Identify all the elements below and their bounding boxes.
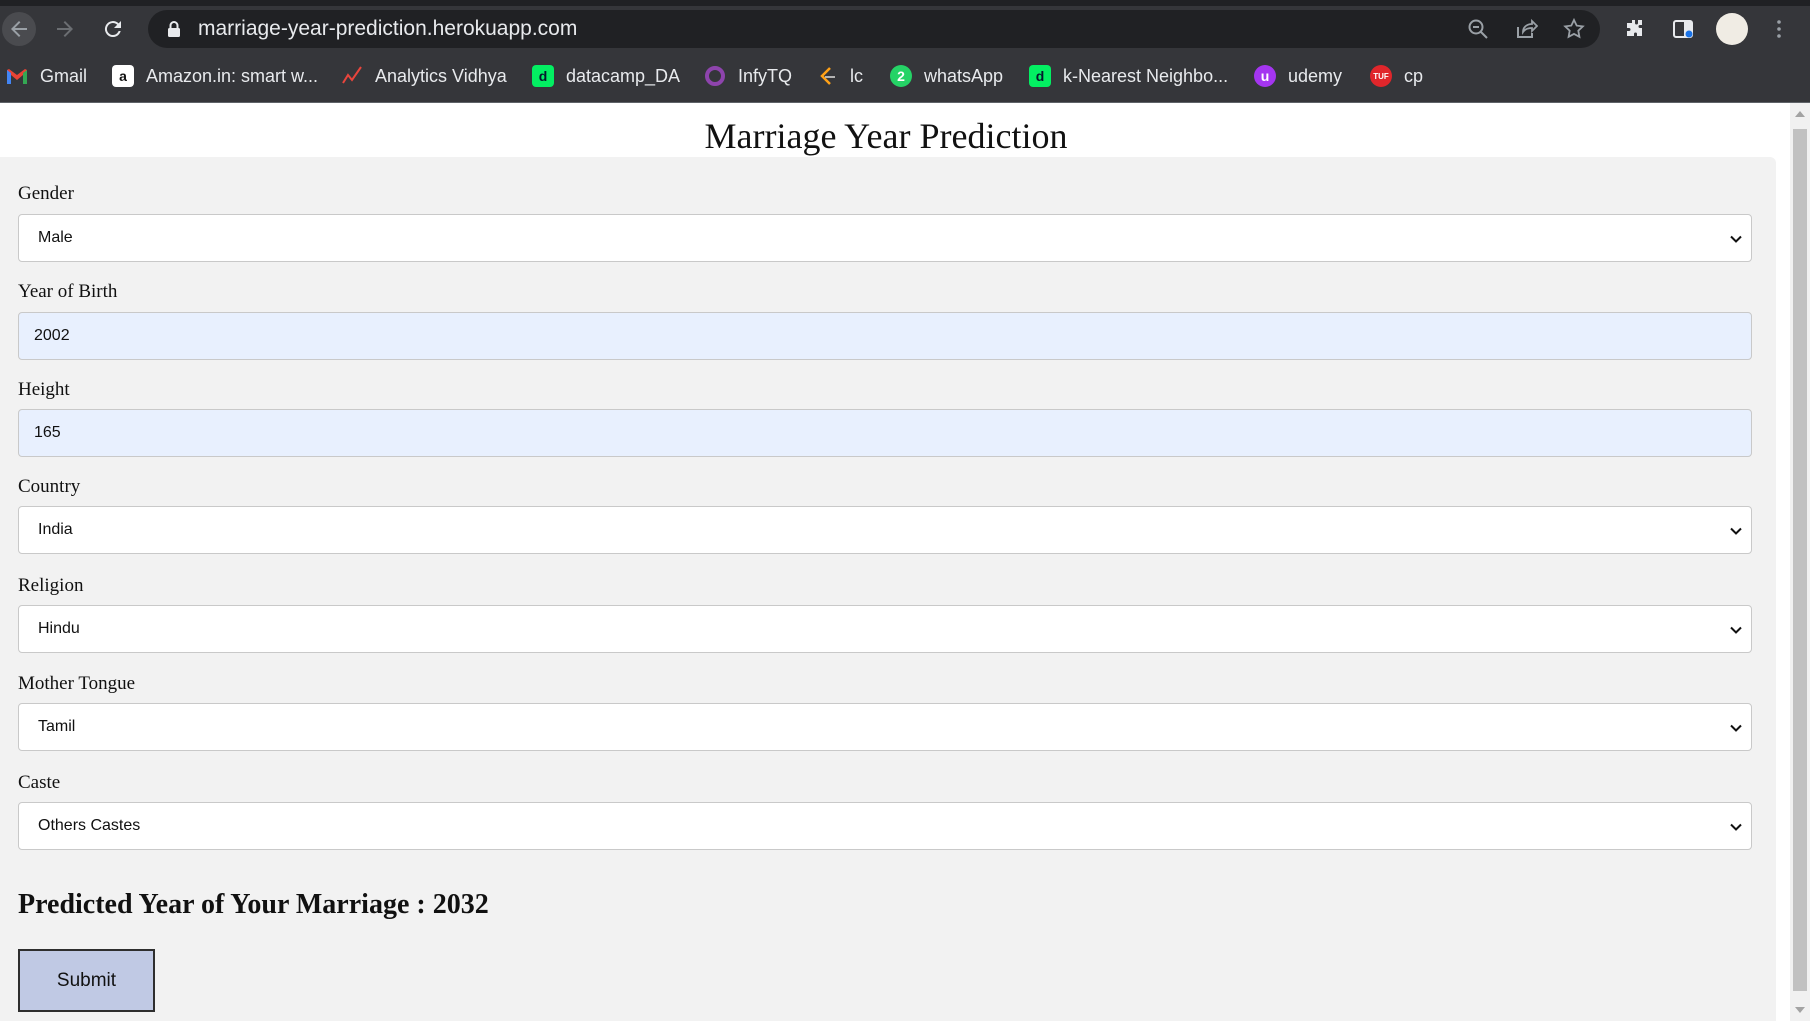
mother-tongue-select[interactable]: Tamil (18, 703, 1752, 751)
infytq-icon (704, 65, 726, 87)
leetcode-icon (816, 65, 838, 87)
bookmark-cp[interactable]: TUF cp (1370, 62, 1423, 90)
bookmarks-bar: Gmail a Amazon.in: smart w... Analytics … (0, 60, 1810, 92)
tuf-icon: TUF (1370, 65, 1392, 87)
year-of-birth-input[interactable]: 2002 (18, 312, 1752, 360)
scroll-up-icon[interactable] (1795, 111, 1805, 117)
caste-value: Others Castes (38, 817, 141, 834)
height-label: Height (18, 379, 70, 400)
chevron-down-icon (1730, 724, 1742, 732)
year-of-birth-label: Year of Birth (18, 281, 118, 302)
country-label: Country (18, 476, 81, 497)
mother-tongue-label: Mother Tongue (18, 673, 136, 694)
submit-button[interactable]: Submit (18, 949, 155, 1012)
gender-label: Gender (18, 183, 74, 204)
bookmark-infytq[interactable]: InfyTQ (704, 62, 792, 90)
religion-label: Religion (18, 575, 84, 596)
amazon-icon: a (112, 65, 134, 87)
analytics-vidhya-icon (341, 65, 363, 87)
mother-tongue-value: Tamil (38, 718, 76, 735)
more-vert-icon (1777, 20, 1781, 38)
height-value: 165 (34, 424, 61, 441)
datacamp-icon: d (1029, 65, 1051, 87)
reload-button[interactable] (96, 12, 130, 46)
bookmark-analytics-vidhya[interactable]: Analytics Vidhya (341, 62, 507, 90)
chevron-down-icon (1730, 235, 1742, 243)
scrollbar-thumb[interactable] (1793, 129, 1807, 991)
page-scrollbar[interactable] (1790, 103, 1810, 1021)
bookmark-udemy[interactable]: u udemy (1254, 62, 1342, 90)
gender-select[interactable]: Male (18, 214, 1752, 262)
bookmark-datacamp[interactable]: d datacamp_DA (532, 62, 680, 90)
caste-select[interactable]: Others Castes (18, 802, 1752, 850)
reload-icon (104, 21, 121, 38)
bookmark-gmail[interactable]: Gmail (6, 62, 87, 90)
caste-label: Caste (18, 772, 61, 793)
page-title: Marriage Year Prediction (704, 116, 1068, 156)
url-text: marriage-year-prediction.herokuapp.com (198, 17, 578, 40)
arrow-left-icon (11, 21, 27, 37)
height-input[interactable]: 165 (18, 409, 1752, 457)
bookmark-whatsapp[interactable]: 2 whatsApp (890, 62, 1003, 90)
address-bar[interactable]: marriage-year-prediction.herokuapp.com (148, 10, 1600, 48)
country-value: India (38, 521, 73, 538)
extensions-button[interactable] (1618, 12, 1652, 46)
country-select[interactable]: India (18, 506, 1752, 554)
religion-value: Hindu (38, 620, 80, 637)
udemy-icon: u (1254, 65, 1276, 87)
datacamp-icon: d (532, 65, 554, 87)
religion-select[interactable]: Hindu (18, 605, 1752, 653)
star-icon[interactable] (1562, 17, 1586, 41)
arrow-right-icon (57, 21, 73, 37)
scroll-down-icon[interactable] (1795, 1007, 1805, 1013)
chevron-down-icon (1730, 527, 1742, 535)
back-button[interactable] (2, 12, 36, 46)
lock-icon (168, 21, 180, 37)
gmail-icon (6, 65, 28, 87)
bookmark-knn[interactable]: d k-Nearest Neighbo... (1029, 62, 1228, 90)
chevron-down-icon (1730, 626, 1742, 634)
tab-strip (0, 0, 1810, 6)
profile-avatar[interactable] (1716, 13, 1748, 45)
share-icon[interactable] (1514, 17, 1538, 41)
zoom-icon[interactable] (1466, 17, 1490, 41)
prediction-result: Predicted Year of Your Marriage : 2032 (18, 889, 489, 920)
gender-value: Male (38, 229, 73, 246)
chrome-menu-button[interactable] (1762, 12, 1796, 46)
chevron-down-icon (1730, 823, 1742, 831)
bookmark-leetcode[interactable]: lc (816, 62, 863, 90)
puzzle-icon (1627, 20, 1642, 36)
browser-chrome: marriage-year-prediction.herokuapp.com G… (0, 0, 1810, 103)
page-viewport: Marriage Year Prediction Gender Male Yea… (0, 103, 1790, 1021)
forward-button[interactable] (48, 12, 82, 46)
whatsapp-icon: 2 (890, 65, 912, 87)
side-panel-button[interactable] (1666, 12, 1700, 46)
side-panel-icon (1673, 20, 1693, 38)
bookmark-amazon[interactable]: a Amazon.in: smart w... (112, 62, 318, 90)
year-of-birth-value: 2002 (34, 327, 70, 344)
